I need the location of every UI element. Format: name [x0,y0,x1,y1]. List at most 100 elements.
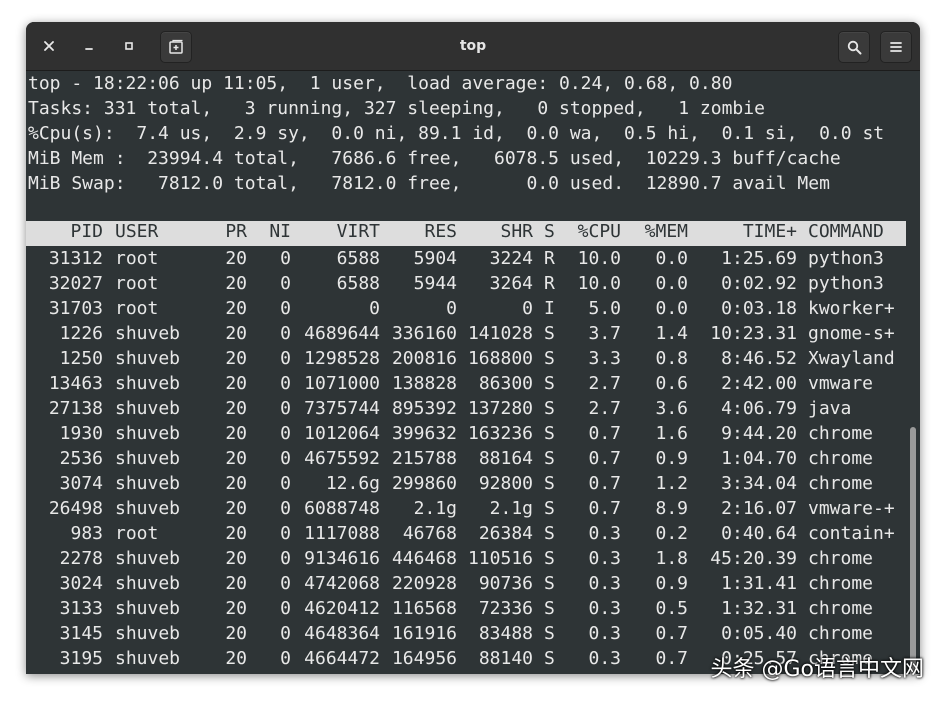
cell-cpu: 0.7 [588,423,621,444]
cell-res: 5944 [413,273,457,294]
cell-user: shuveb [115,598,181,619]
cell-pr: 20 [225,548,247,569]
title-bar: top [26,22,920,71]
cell-virt: 6588 [336,248,380,269]
cell-time: 0:40.64 [721,523,797,544]
cell-res: 138828 [391,373,457,394]
cell-virt: 1298528 [304,348,380,369]
table-row: 3074 shuveb 20 0 12.6g 299860 92800 S 0.7 1.2 3:34… [26,471,906,496]
cell-user: root [115,523,159,544]
cell-mem: 1.4 [655,323,688,344]
cell-time: 1:04.70 [721,448,797,469]
table-row: 2278 shuveb 20 0 9134616 446468 110516 S 0.3 1.8 4… [26,546,906,571]
cell-res: 220928 [391,573,457,594]
cell-ni: 0 [280,448,291,469]
cell-command: kworker+ [808,298,895,319]
cell-state: S [544,473,555,494]
cell-shr: 86300 [478,373,533,394]
search-button[interactable] [838,31,870,63]
cell-shr: 92800 [478,473,533,494]
cell-ni: 0 [280,398,291,419]
col-mem: %MEM [644,221,688,242]
cell-shr: 0 [522,298,533,319]
cell-pr: 20 [225,573,247,594]
table-row: 13463 shuveb 20 0 1071000 138828 86300 S 2.7 0.6 2… [26,371,906,396]
cell-shr: 163236 [467,423,533,444]
cell-mem: 8.9 [655,498,688,519]
scrollbar[interactable] [910,427,916,674]
cell-virt: 0 [369,298,380,319]
cell-pid: 13463 [48,373,103,394]
summary-swap: MiB Swap: 7812.0 total, 7812.0 free, 0.0… [28,173,830,194]
cell-time: 45:20.39 [710,548,797,569]
cell-state: S [544,323,555,344]
cell-time: 1:25.69 [721,248,797,269]
table-row: 1930 shuveb 20 0 1012064 399632 163236 S 0.7 1.6 9… [26,421,906,446]
cell-state: S [544,348,555,369]
cell-time: 4:06.79 [721,398,797,419]
cell-res: 399632 [391,423,457,444]
cell-res: 215788 [391,448,457,469]
col-virt: VIRT [336,221,380,242]
cell-pr: 20 [225,398,247,419]
cell-mem: 0.6 [655,373,688,394]
cell-pid: 2536 [59,448,103,469]
cell-res: 5904 [413,248,457,269]
cell-mem: 0.7 [655,648,688,669]
cell-ni: 0 [280,573,291,594]
cell-cpu: 0.3 [588,648,621,669]
col-shr: SHR [500,221,533,242]
cell-state: S [544,623,555,644]
cell-pid: 31703 [48,298,103,319]
cell-state: S [544,498,555,519]
cell-mem: 0.0 [655,248,688,269]
cell-state: S [544,448,555,469]
cell-virt: 9134616 [304,548,380,569]
cell-state: I [544,298,555,319]
summary-tasks: Tasks: 331 total, 3 running, 327 sleepin… [28,98,765,119]
cell-ni: 0 [280,273,291,294]
terminal-window: top top - 18:22:06 up 11:05, 1 user, loa… [26,22,920,674]
terminal-output[interactable]: top - 18:22:06 up 11:05, 1 user, load av… [26,71,920,674]
cell-time: 9:44.20 [721,423,797,444]
cell-command: vmware [808,373,874,394]
table-row: 3145 shuveb 20 0 4648364 161916 83488 S 0.3 0.7 0:… [26,621,906,646]
cell-command: chrome [808,448,874,469]
cell-cpu: 3.3 [588,348,621,369]
cell-state: S [544,373,555,394]
table-row: 26498 shuveb 20 0 6088748 2.1g 2.1g S 0.7 8.9 2:16… [26,496,906,521]
summary-uptime: top - 18:22:06 up 11:05, 1 user, load av… [28,73,733,94]
cell-state: S [544,573,555,594]
cell-ni: 0 [280,523,291,544]
cell-cpu: 0.7 [588,448,621,469]
cell-mem: 1.2 [655,473,688,494]
menu-button[interactable] [880,31,912,63]
cell-pr: 20 [225,423,247,444]
cell-user: shuveb [115,473,181,494]
cell-virt: 7375744 [304,398,380,419]
cell-mem: 0.7 [655,623,688,644]
cell-state: R [544,248,555,269]
cell-pid: 31312 [48,248,103,269]
cell-cpu: 10.0 [577,248,621,269]
cell-mem: 0.0 [655,298,688,319]
cell-shr: 83488 [478,623,533,644]
cell-res: 164956 [391,648,457,669]
search-icon [847,40,861,54]
cell-cpu: 3.7 [588,323,621,344]
cell-virt: 4742068 [304,573,380,594]
cell-cpu: 2.7 [588,398,621,419]
cell-mem: 1.6 [655,423,688,444]
cell-user: shuveb [115,573,181,594]
cell-mem: 3.6 [655,398,688,419]
cell-shr: 90736 [478,573,533,594]
cell-shr: 3224 [489,248,533,269]
cell-ni: 0 [280,623,291,644]
cell-virt: 1012064 [304,423,380,444]
col-state: S [544,221,555,242]
cell-shr: 88164 [478,448,533,469]
window-title: top [459,38,487,54]
cell-shr: 137280 [467,398,533,419]
cell-res: 161916 [391,623,457,644]
cell-shr: 141028 [467,323,533,344]
